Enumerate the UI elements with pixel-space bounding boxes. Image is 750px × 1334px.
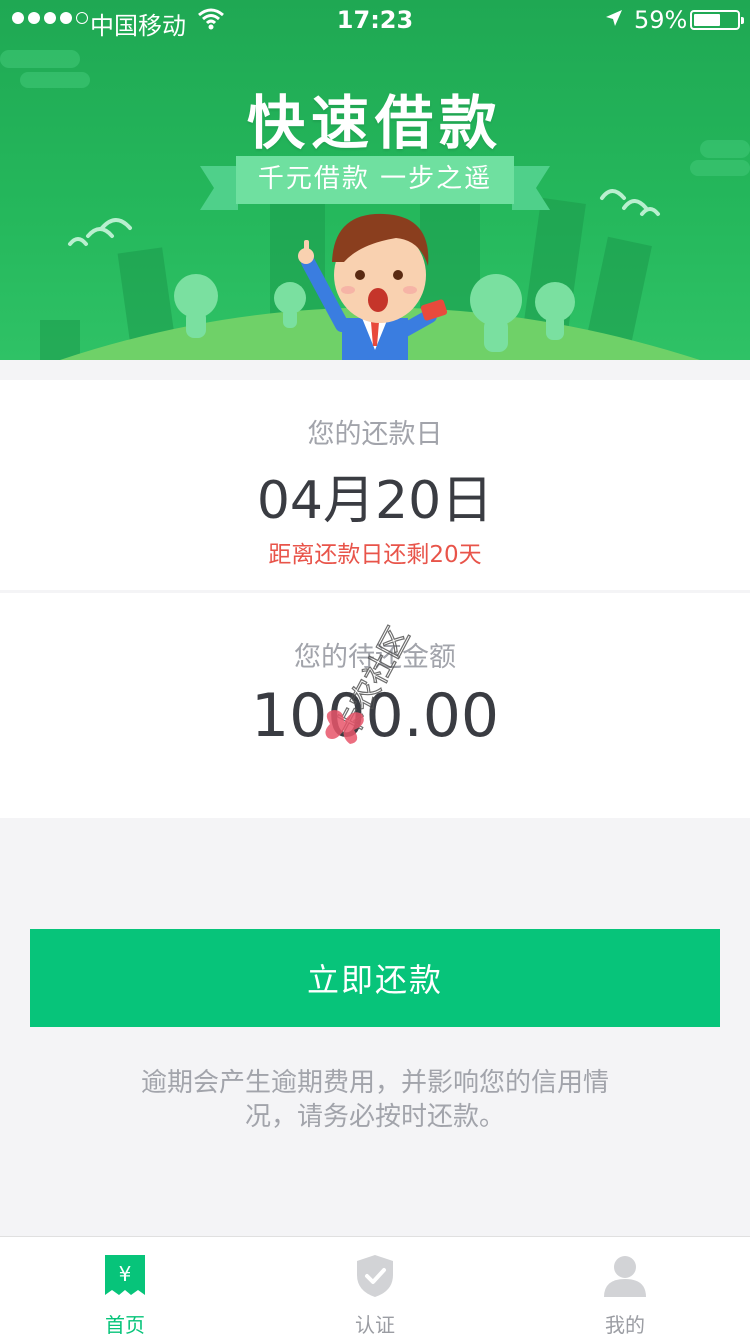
bottom-tab-bar: ¥ 首页 认证 我的 (0, 1236, 750, 1334)
tab-label: 首页 (105, 1313, 145, 1334)
overdue-notice: 逾期会产生逾期费用，并影响您的信用情况，请务必按时还款。 (140, 1068, 609, 1132)
person-icon (604, 1256, 646, 1297)
forum-watermark: 卡农社区 (325, 621, 417, 744)
yen-wallet-icon: ¥ (105, 1255, 145, 1295)
status-bar: 中国移动 17:23 59% (0, 0, 750, 40)
tab-label: 认证 (355, 1313, 395, 1334)
due-date-value: 04月20日 (256, 471, 494, 531)
shield-check-icon (357, 1255, 393, 1297)
due-date-card: 您的还款日 04月20日 距离还款日还剩20天 (0, 380, 750, 590)
banner-title: 快速借款 (246, 89, 503, 157)
days-remaining-text: 距离还款日还剩20天 (268, 542, 482, 568)
tab-home[interactable]: ¥ 首页 (0, 1237, 250, 1334)
tab-verification[interactable]: 认证 (250, 1237, 500, 1334)
location-arrow-icon (606, 10, 622, 26)
tab-label: 我的 (605, 1313, 645, 1334)
due-date-label: 您的还款日 (307, 419, 443, 450)
battery-percent: 59% (634, 6, 688, 34)
hero-banner: 中国移动 17:23 59% 快速借款 千元借款 一步之遥 (0, 0, 750, 360)
battery-icon (690, 10, 744, 30)
repay-now-button[interactable]: 立即还款 (30, 929, 720, 1027)
yen-symbol: ¥ (119, 1262, 132, 1286)
banner-slogan: 千元借款 一步之遥 (257, 164, 493, 194)
tab-mine[interactable]: 我的 (500, 1237, 750, 1334)
